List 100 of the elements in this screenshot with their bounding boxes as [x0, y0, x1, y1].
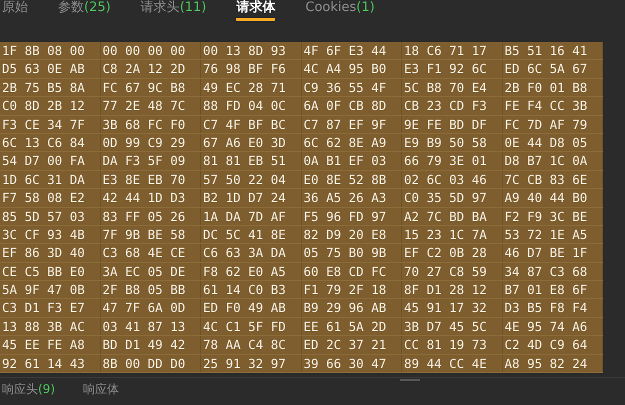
- hex-bytes: 6C 62 8E A9: [302, 134, 402, 152]
- hex-bytes: DA F3 5F 09: [100, 152, 201, 170]
- hex-bytes: 13 88 3B AC: [0, 318, 100, 336]
- hex-bytes: D5 63 0E AB: [0, 60, 100, 78]
- hex-bytes: 7F 9B BE 58: [100, 226, 201, 244]
- hex-bytes: C3 D1 F3 E7: [0, 299, 100, 317]
- request-tab[interactable]: 原始: [2, 0, 28, 21]
- hex-bytes: 8B 00 DD D0: [100, 354, 201, 372]
- hex-bytes: C7 87 EF 9F: [302, 116, 402, 133]
- hex-bytes: B7 01 E8 6F: [502, 281, 603, 298]
- response-tab[interactable]: 响应体: [83, 382, 119, 404]
- hex-bytes: CC 81 19 73: [402, 336, 502, 354]
- request-tab[interactable]: 请求体: [236, 0, 276, 21]
- hex-bytes: EE 61 5A 2D: [302, 318, 402, 336]
- hex-bytes: E0 8E 52 8B: [302, 170, 402, 188]
- hex-bytes: 03 41 87 13: [100, 318, 201, 336]
- hex-bytes: 42 44 1D D3: [100, 189, 201, 207]
- hex-bytes: F1 79 2F 18: [302, 281, 402, 298]
- hex-bytes: D3 B5 F8 F4: [502, 299, 603, 317]
- hex-bytes: CE C5 BB E0: [0, 262, 100, 280]
- hex-bytes: ED 2C 37 21: [302, 336, 402, 354]
- hex-bytes: CB 23 CD F3: [402, 97, 502, 115]
- hex-bytes: F8 62 E0 A5: [201, 262, 302, 280]
- hex-bytes: 60 E8 CD FC: [302, 262, 402, 280]
- hex-bytes: 70 27 C8 59: [402, 262, 502, 280]
- hex-bytes: A8 95 82 24: [502, 354, 603, 372]
- hex-bytes: 45 EE FE A8: [0, 336, 100, 354]
- response-tab[interactable]: 响应头(9): [2, 382, 55, 404]
- hex-bytes: E9 B9 50 58: [402, 134, 502, 152]
- hex-bytes: BD D1 49 42: [100, 336, 201, 354]
- hex-bytes: DC 5C 41 8E: [201, 226, 302, 244]
- hex-bytes: 2F B8 05 BB: [100, 281, 201, 298]
- hex-bytes: 88 FD 04 0C: [201, 97, 302, 115]
- hex-bytes: 05 75 B0 9B: [302, 244, 402, 262]
- hex-bytes: 18 C6 71 17: [402, 42, 502, 60]
- hex-bytes: B9 29 96 AB: [302, 299, 402, 317]
- hex-bytes: 0A B1 EF 03: [302, 152, 402, 170]
- hex-bytes: F5 96 FD 97: [302, 208, 402, 225]
- hex-bytes: 89 44 CC 4E: [402, 354, 502, 372]
- hex-bytes: 5C B8 70 E4: [402, 78, 502, 96]
- hex-bytes: 92 61 14 43: [0, 354, 100, 372]
- hex-bytes: 5A 9F 47 0B: [0, 281, 100, 298]
- request-tab[interactable]: 请求头(11): [140, 0, 206, 21]
- hex-bytes: 2B F0 01 B8: [502, 78, 603, 96]
- hex-bytes: B5 51 16 41: [502, 42, 603, 60]
- hex-bytes: F2 F9 3C BE: [502, 208, 603, 225]
- hex-bytes: E3 8E EB 70: [100, 170, 201, 188]
- hex-bytes: F7 58 08 E2: [0, 189, 100, 207]
- hex-bytes: 49 EC 28 71: [201, 78, 302, 96]
- hex-bytes: C3 68 4E CE: [100, 244, 201, 262]
- hex-bytes: 53 72 1E A5: [502, 226, 603, 244]
- hex-bytes: 34 87 C3 68: [502, 262, 603, 280]
- hex-bytes: 4C A4 95 B0: [302, 60, 402, 78]
- hex-bytes: FC 7D AF 79: [502, 116, 603, 133]
- hex-bytes: 3B 68 FC F0: [100, 116, 201, 133]
- hex-bytes: 66 79 3E 01: [402, 152, 502, 170]
- hex-bytes: C6 63 3A DA: [201, 244, 302, 262]
- hex-bytes: 1D 6C 31 DA: [0, 170, 100, 188]
- request-tab[interactable]: Cookies(1): [305, 0, 375, 21]
- hex-bytes: B2 1D D7 24: [201, 189, 302, 207]
- hex-bytes: 4F 6F E3 44: [302, 42, 402, 60]
- hex-bytes: C0 8D 2B 12: [0, 97, 100, 115]
- hex-bytes: 9E FE BD DF: [402, 116, 502, 133]
- hex-bytes: 78 AA C4 8C: [201, 336, 302, 354]
- hex-bytes: C9 36 55 4F: [302, 78, 402, 96]
- hex-bytes: ED 6C 5A 67: [502, 60, 603, 78]
- hex-bytes: 2B 75 B5 8A: [0, 78, 100, 96]
- hex-bytes: 67 A6 E0 3D: [201, 134, 302, 152]
- hex-bytes: 8F D1 28 12: [402, 281, 502, 298]
- hex-bytes: 54 D7 00 FA: [0, 152, 100, 170]
- hex-bytes: 1F 8B 08 00: [0, 42, 100, 60]
- hex-bytes: 02 6C 03 46: [402, 170, 502, 188]
- hex-bytes: 7C CB 83 6E: [502, 170, 603, 188]
- hex-bytes: F3 CE 34 7F: [0, 116, 100, 133]
- hex-bytes: D8 B7 1C 0A: [502, 152, 603, 170]
- hex-bytes: EF C2 0B 28: [402, 244, 502, 262]
- hex-bytes: ED F0 49 AB: [201, 299, 302, 317]
- hex-bytes: 4E 95 74 A6: [502, 318, 603, 336]
- hex-bytes: C7 4F BF BC: [201, 116, 302, 133]
- hex-bytes: 0D 99 C9 29: [100, 134, 201, 152]
- hex-bytes: 25 91 32 97: [201, 354, 302, 372]
- hex-bytes: 39 66 30 47: [302, 354, 402, 372]
- hex-bytes: 83 FF 05 26: [100, 208, 201, 225]
- hex-bytes: 57 50 22 04: [201, 170, 302, 188]
- hex-bytes: FE F4 CC 3B: [502, 97, 603, 115]
- hex-bytes: A9 40 44 B0: [502, 189, 603, 207]
- hex-bytes: 00 00 00 00: [100, 42, 201, 60]
- hex-bytes: C0 35 5D 97: [402, 189, 502, 207]
- hex-bytes: 36 A5 26 A3: [302, 189, 402, 207]
- hex-bytes: EF 86 3D 40: [0, 244, 100, 262]
- hex-bytes: 6A 0F CB 8D: [302, 97, 402, 115]
- request-tab[interactable]: 参数(25): [58, 0, 111, 21]
- hex-bytes: 47 7F 6A 0D: [100, 299, 201, 317]
- hex-bytes: 6C 13 C6 84: [0, 134, 100, 152]
- hex-bytes: 61 14 C0 B3: [201, 281, 302, 298]
- hex-bytes: 45 91 17 32: [402, 299, 502, 317]
- hex-bytes: 46 D7 BE 1F: [502, 244, 603, 262]
- hex-bytes: 15 23 1C 7A: [402, 226, 502, 244]
- hex-bytes: C2 4D C9 64: [502, 336, 603, 354]
- hex-bytes: 3C CF 93 4B: [0, 226, 100, 244]
